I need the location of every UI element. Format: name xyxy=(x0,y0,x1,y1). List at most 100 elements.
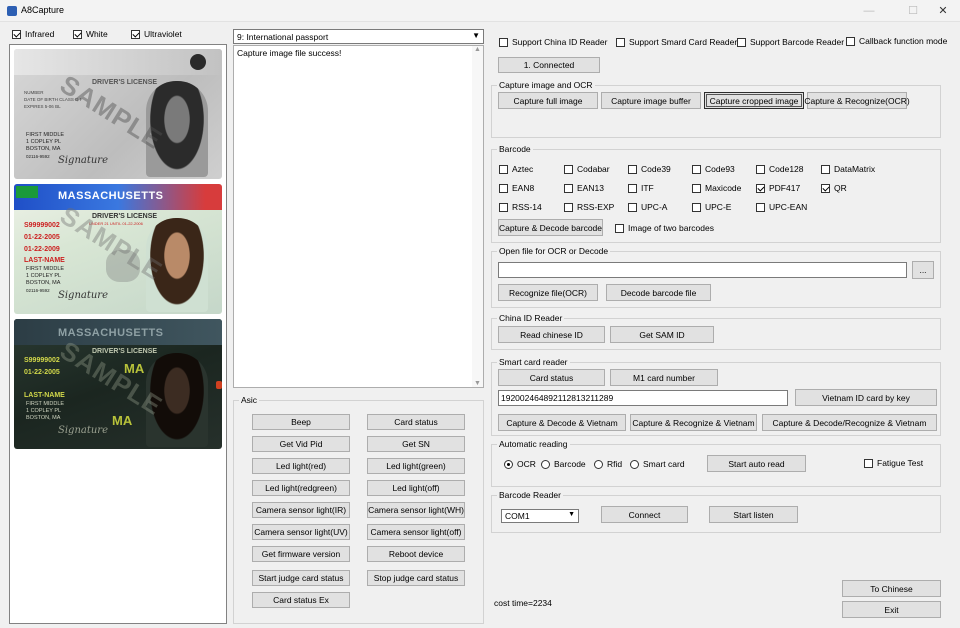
com-port-select[interactable]: COM1 ▼ xyxy=(501,509,579,523)
beep-button[interactable]: Beep xyxy=(252,414,350,430)
barcode-reader-group-title: Barcode Reader xyxy=(497,490,563,500)
get-vid-pid-button[interactable]: Get Vid Pid xyxy=(252,436,350,452)
barcode-qr-box xyxy=(821,183,830,193)
support-china-id-box xyxy=(499,37,508,47)
barcode-code93-box xyxy=(692,164,701,174)
decode-barcode-file-button[interactable]: Decode barcode file xyxy=(606,284,711,301)
capture-recognize-ocr-button[interactable]: Capture & Recognize(OCR) xyxy=(804,92,910,109)
camera-wh-button[interactable]: Camera sensor light(WH) xyxy=(367,502,465,518)
barcode-upca-checkbox[interactable]: UPC-A xyxy=(628,202,667,212)
white-checkbox[interactable]: White xyxy=(73,29,108,39)
maximize-button[interactable]: ☐ xyxy=(900,2,926,20)
barcode-rss-exp-label: RSS-EXP xyxy=(577,202,615,212)
chevron-down-icon: ▼ xyxy=(472,31,480,40)
capture-decode-vietnam-button[interactable]: Capture & Decode & Vietnam xyxy=(498,414,626,431)
barcode-ean13-box xyxy=(564,183,573,193)
start-judge-button[interactable]: Start judge card status xyxy=(252,570,350,586)
close-button[interactable]: ✕ xyxy=(930,2,956,20)
led-red-button[interactable]: Led light(red) xyxy=(252,458,350,474)
read-chinese-id-button[interactable]: Read chinese ID xyxy=(498,326,605,343)
capture-decode-recognize-vietnam-button[interactable]: Capture & Decode/Recognize & Vietnam xyxy=(762,414,937,431)
connect-device-button[interactable]: 1. Connected xyxy=(498,57,600,73)
barcode-datamatrix-box xyxy=(821,164,830,174)
two-barcodes-checkbox[interactable]: Image of two barcodes xyxy=(615,223,714,233)
white-check-mark xyxy=(73,29,82,39)
fatigue-test-checkbox[interactable]: Fatigue Test xyxy=(864,458,923,468)
stop-judge-button[interactable]: Stop judge card status xyxy=(367,570,465,586)
barcode-ean13-checkbox[interactable]: EAN13 xyxy=(564,183,604,193)
auto-read-ocr-radio[interactable]: OCR xyxy=(504,459,536,469)
barcode-ean8-checkbox[interactable]: EAN8 xyxy=(499,183,534,193)
barcode-rss-exp-checkbox[interactable]: RSS-EXP xyxy=(564,202,614,212)
led-green-button[interactable]: Led light(green) xyxy=(367,458,465,474)
support-barcode-checkbox[interactable]: Support Barcode Reader xyxy=(737,37,844,47)
barcode-upc-ean-checkbox[interactable]: UPC-EAN xyxy=(756,202,807,212)
m1-card-number-button[interactable]: M1 card number xyxy=(610,369,718,386)
vietnam-id-by-key-button[interactable]: Vietnam ID card by key xyxy=(795,389,937,406)
exit-button[interactable]: Exit xyxy=(842,601,941,618)
minimize-button[interactable]: — xyxy=(856,2,882,20)
log-scrollbar[interactable]: ▲ ▼ xyxy=(472,46,483,387)
capture-image-buffer-button[interactable]: Capture image buffer xyxy=(601,92,701,109)
barcode-maxicode-label: Maxicode xyxy=(705,183,742,193)
reboot-device-button[interactable]: Reboot device xyxy=(367,546,465,562)
get-sam-id-button[interactable]: Get SAM ID xyxy=(610,326,714,343)
file-path-input[interactable] xyxy=(498,262,907,278)
card-header-label: DRIVER'S LICENSE xyxy=(92,79,158,86)
asic-card-status-button[interactable]: Card status xyxy=(367,414,465,430)
callback-mode-checkbox[interactable]: Callback function mode xyxy=(846,36,947,46)
capture-decode-barcode-button[interactable]: Capture & Decode barcode xyxy=(498,219,603,236)
vietnam-key-input[interactable]: 192002464892112813211289 xyxy=(498,390,788,406)
capture-cropped-image-button[interactable]: Capture cropped image xyxy=(704,92,804,109)
log-output[interactable]: Capture image file success! ▲ ▼ xyxy=(233,45,484,388)
barcode-maxicode-checkbox[interactable]: Maxicode xyxy=(692,183,741,193)
recognize-file-button[interactable]: Recognize file(OCR) xyxy=(498,284,598,301)
barcode-datamatrix-checkbox[interactable]: DataMatrix xyxy=(821,164,875,174)
get-firmware-button[interactable]: Get firmware version xyxy=(252,546,350,562)
barcode-itf-checkbox[interactable]: ITF xyxy=(628,183,654,193)
card-field-dob-label: DATE OF BIRTH xyxy=(24,97,58,102)
card-uv-marker xyxy=(216,381,222,389)
barcode-rss14-checkbox[interactable]: RSS-14 xyxy=(499,202,542,212)
document-type-select[interactable]: 9: International passport ▼ xyxy=(233,29,484,44)
auto-read-barcode-radio[interactable]: Barcode xyxy=(541,459,586,469)
barcode-code128-checkbox[interactable]: Code128 xyxy=(756,164,804,174)
infrared-checkbox[interactable]: Infrared xyxy=(12,29,54,39)
ultraviolet-checkbox[interactable]: Ultraviolet xyxy=(131,29,182,39)
start-listen-button[interactable]: Start listen xyxy=(709,506,798,523)
start-auto-read-button[interactable]: Start auto read xyxy=(707,455,806,472)
scroll-up-icon[interactable]: ▲ xyxy=(472,46,483,53)
smart-card-status-button[interactable]: Card status xyxy=(498,369,605,386)
barcode-code128-box xyxy=(756,164,765,174)
camera-off-button[interactable]: Camera sensor light(off) xyxy=(367,524,465,540)
card-name: FIRST MIDDLE xyxy=(26,132,65,138)
support-china-id-checkbox[interactable]: Support China ID Reader xyxy=(499,37,607,47)
barcode-upce-checkbox[interactable]: UPC-E xyxy=(692,202,731,212)
capture-full-image-button[interactable]: Capture full image xyxy=(498,92,598,109)
browse-file-button[interactable]: ... xyxy=(912,261,934,279)
support-smart-card-checkbox[interactable]: Support Smard Card Reader xyxy=(616,37,737,47)
barcode-code93-checkbox[interactable]: Code93 xyxy=(692,164,735,174)
capture-recognize-vietnam-button[interactable]: Capture & Recognize & Vietnam xyxy=(630,414,757,431)
barcode-qr-checkbox[interactable]: QR xyxy=(821,183,847,193)
get-sn-button[interactable]: Get SN xyxy=(367,436,465,452)
auto-read-smart-card-radio[interactable]: Smart card xyxy=(630,459,685,469)
camera-uv-button[interactable]: Camera sensor light(UV) xyxy=(252,524,350,540)
auto-read-rfid-radio[interactable]: Rfid xyxy=(594,459,622,469)
barcode-code39-checkbox[interactable]: Code39 xyxy=(628,164,671,174)
barcode-reader-connect-button[interactable]: Connect xyxy=(601,506,688,523)
auto-read-smart-card-label: Smart card xyxy=(643,459,685,469)
to-chinese-button[interactable]: To Chinese xyxy=(842,580,941,597)
barcode-aztec-checkbox[interactable]: Aztec xyxy=(499,164,533,174)
barcode-pdf417-checkbox[interactable]: PDF417 xyxy=(756,183,800,193)
card-state-name: MASSACHUSETTS xyxy=(58,190,164,202)
barcode-codabar-checkbox[interactable]: Codabar xyxy=(564,164,610,174)
camera-ir-button[interactable]: Camera sensor light(IR) xyxy=(252,502,350,518)
barcode-rss14-label: RSS-14 xyxy=(512,202,542,212)
led-redgreen-button[interactable]: Led light(redgreen) xyxy=(252,480,350,496)
barcode-itf-label: ITF xyxy=(641,183,654,193)
led-off-button[interactable]: Led light(off) xyxy=(367,480,465,496)
card-status-ex-button[interactable]: Card status Ex xyxy=(252,592,350,608)
card-address1: 1 COPLEY PL xyxy=(26,139,62,145)
scroll-down-icon[interactable]: ▼ xyxy=(472,380,483,387)
